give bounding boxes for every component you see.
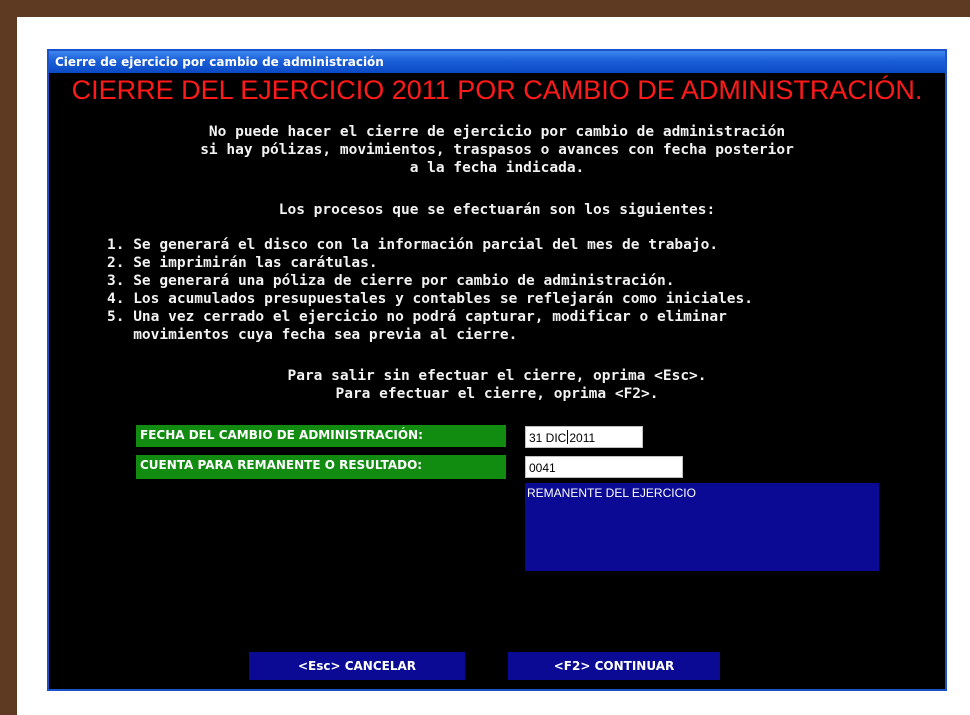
continue-instruction: Para efectuar el cierre, oprima <F2>. [335,386,659,402]
process-item-1: 1. Se generará el disco con la informaci… [107,237,719,253]
outer-frame-top [0,0,970,17]
date-field-day-month: 31 DIC [529,431,567,445]
continue-button[interactable]: <F2> CONTINUAR [508,652,720,680]
cancel-button[interactable]: <Esc> CANCELAR [249,652,465,680]
processes-intro: Los procesos que se efectuarán son los s… [278,202,716,218]
notice-line-2: si hay pólizas, movimientos, traspasos o… [200,142,794,158]
process-item-3: 3. Se generará una póliza de cierre por … [107,273,675,289]
dialog-window: Cierre de ejercicio por cambio de admini… [47,49,947,691]
account-description: REMANENTE DEL EJERCICIO [525,483,879,571]
date-field-year: 2011 [569,431,596,445]
outer-frame-left [0,0,17,715]
date-label: FECHA DEL CAMBIO DE ADMINISTRACIÓN: [136,425,506,447]
window-title: Cierre de ejercicio por cambio de admini… [49,51,945,73]
page-heading: CIERRE DEL EJERCICIO 2011 POR CAMBIO DE … [71,75,923,105]
process-item-5-cont: movimientos cuya fecha sea previa al cie… [107,327,518,343]
exit-instruction: Para salir sin efectuar el cierre, oprim… [287,368,707,384]
account-label: CUENTA PARA REMANENTE O RESULTADO: [136,455,506,479]
process-item-2: 2. Se imprimirán las carátulas. [107,255,378,271]
notice-line-1: No puede hacer el cierre de ejercicio po… [208,124,786,140]
date-field[interactable]: 31 DIC 2011 [525,426,643,448]
account-field[interactable]: 0041 [525,456,683,478]
process-item-5: 5. Una vez cerrado el ejercicio no podrá… [107,309,727,325]
process-item-4: 4. Los acumulados presupuestales y conta… [107,291,754,307]
notice-line-3: a la fecha indicada. [409,160,585,176]
